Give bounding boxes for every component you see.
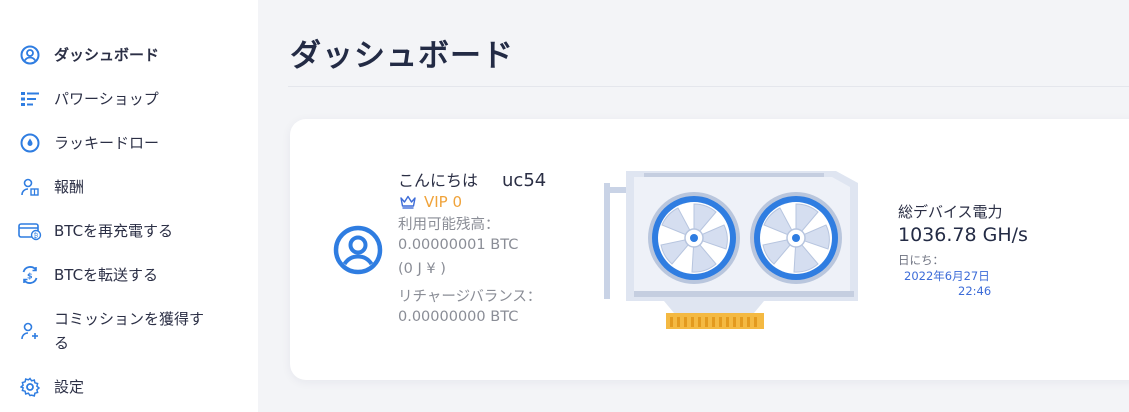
sidebar-item-label: コミッションを獲得する: [54, 310, 205, 352]
greeting: こんにちは uc54: [398, 167, 546, 191]
sidebar-item-label: BTCを転送する: [54, 266, 159, 284]
avatar: [332, 224, 384, 276]
sidebar-item-label: パワーショップ: [54, 90, 159, 108]
user-plus-icon: [18, 319, 42, 343]
user-gift-icon: [18, 175, 42, 199]
total-power-label: 総デバイス電力: [898, 203, 1003, 221]
svg-text:₿: ₿: [34, 233, 39, 240]
sidebar-item-transfer-btc[interactable]: $ BTCを転送する: [18, 263, 158, 287]
sidebar-item-label: 報酬: [54, 178, 85, 196]
card-bitcoin-icon: ₿: [18, 219, 42, 243]
sidebar-item-label: 設定: [54, 378, 85, 396]
user-circle-icon: [18, 43, 42, 67]
sidebar-item-rewards[interactable]: 報酬: [18, 175, 84, 199]
divider: [288, 86, 1129, 87]
main-content: ダッシュボード こんにちは uc54 VIP 0 利用可能残高： 0.000000…: [258, 0, 1129, 412]
recharge-label: リチャージバランス：: [398, 289, 542, 305]
date-label: 日にち：: [898, 253, 944, 267]
sidebar-item-label: ダッシュボード: [54, 46, 160, 64]
gpu-illustration: [604, 163, 864, 333]
greeting-text: こんにちは: [398, 171, 479, 190]
total-power-value: 1036.78 GH/s: [898, 224, 1028, 246]
username: uc54: [502, 170, 547, 191]
sidebar: ダッシュボード パワーショップ ラッキードロー 報酬 ₿ BTCを再充電する $…: [0, 0, 258, 412]
balance-value: 0.00000001 BTC: [398, 237, 519, 253]
vip-badge: VIP 0: [400, 193, 462, 211]
page-title: ダッシュボード: [290, 38, 514, 74]
vip-level: VIP 0: [424, 193, 463, 211]
balance-label: 利用可能残高：: [398, 217, 500, 233]
list-icon: [18, 87, 42, 111]
sidebar-item-recharge-btc[interactable]: ₿ BTCを再充電する: [18, 219, 173, 243]
transfer-dollar-icon: $: [18, 263, 42, 287]
sidebar-item-settings[interactable]: 設定: [18, 375, 84, 399]
drop-circle-icon: [18, 131, 42, 155]
time-value: 22:46: [958, 284, 992, 298]
sidebar-item-power-shop[interactable]: パワーショップ: [18, 87, 159, 111]
crown-icon: [400, 195, 416, 209]
recharge-value: 0.00000000 BTC: [398, 309, 519, 325]
sidebar-item-earn-commission[interactable]: コミッションを獲得する: [18, 307, 214, 355]
sidebar-item-lucky-draw[interactable]: ラッキードロー: [18, 131, 159, 155]
svg-text:$: $: [27, 272, 33, 281]
sidebar-item-label: ラッキードロー: [54, 134, 160, 152]
account-card: こんにちは uc54 VIP 0 利用可能残高： 0.00000001 BTC (…: [290, 119, 1129, 380]
date-value: 2022年6月27日: [904, 269, 990, 283]
sidebar-item-label: BTCを再充電する: [54, 222, 174, 240]
sidebar-item-dashboard[interactable]: ダッシュボード: [18, 43, 159, 67]
balance-fiat: (0 J ¥ ): [398, 261, 446, 277]
gear-icon: [18, 375, 42, 399]
device-stats: 総デバイス電力 1036.78 GH/s 日にち： 2022年6月27日 22:…: [898, 201, 1028, 298]
